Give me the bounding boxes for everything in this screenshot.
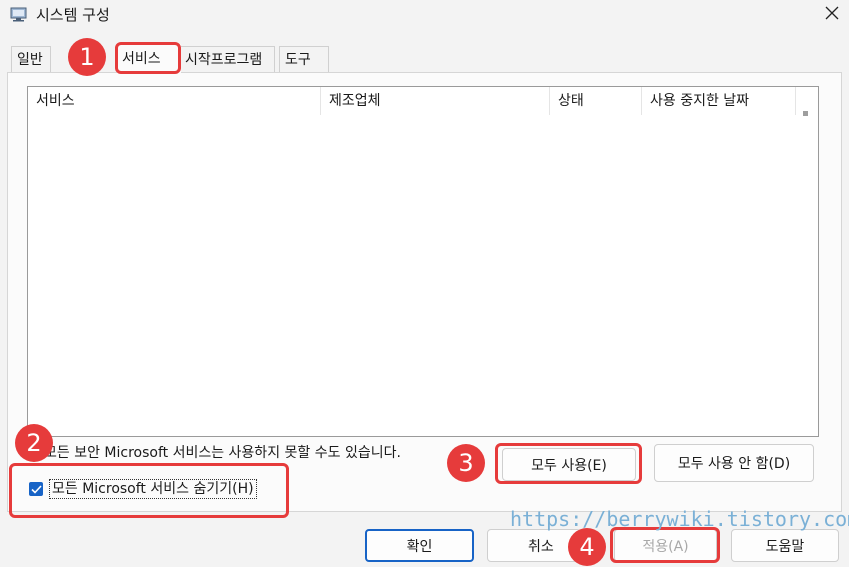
- watermark-url: https://berrywiki.tistory.com: [510, 507, 849, 531]
- tab-tools[interactable]: 도구: [279, 46, 329, 72]
- highlight-apply: [610, 527, 720, 563]
- step-badge-3: 3: [447, 444, 485, 482]
- cancel-button[interactable]: 취소: [487, 529, 581, 562]
- tab-general[interactable]: 일반: [11, 46, 51, 72]
- help-button[interactable]: 도움말: [731, 529, 839, 562]
- close-button[interactable]: [814, 0, 849, 30]
- highlight-hide-checkbox: [9, 463, 289, 518]
- tab-startup[interactable]: 시작프로그램: [179, 46, 275, 72]
- list-header: 서비스 제조업체 상태 사용 중지한 날짜: [28, 87, 818, 115]
- security-note: 모든 보안 Microsoft 서비스는 사용하지 못할 수도 있습니다.: [44, 445, 401, 461]
- title-bar: 시스템 구성: [0, 0, 849, 32]
- highlight-services-tab: [115, 42, 181, 74]
- disable-all-button[interactable]: 모두 사용 안 함(D): [654, 444, 814, 482]
- step-badge-2: 2: [15, 424, 53, 462]
- step-badge-1: 1: [68, 38, 106, 76]
- msconfig-icon: [10, 7, 27, 22]
- window-title: 시스템 구성: [36, 6, 110, 24]
- column-header-manufacturer[interactable]: 제조업체: [321, 87, 550, 115]
- step-badge-4: 4: [568, 528, 606, 566]
- column-header-service[interactable]: 서비스: [28, 87, 321, 115]
- column-header-status[interactable]: 상태: [550, 87, 642, 115]
- close-icon: [825, 6, 839, 24]
- ok-button[interactable]: 확인: [365, 529, 474, 562]
- highlight-enable-all: [495, 443, 642, 484]
- vertical-scrollbar[interactable]: [796, 87, 818, 436]
- column-header-date-disabled[interactable]: 사용 중지한 날짜: [642, 87, 796, 115]
- scroll-indicator[interactable]: [803, 111, 808, 116]
- services-list[interactable]: 서비스 제조업체 상태 사용 중지한 날짜: [27, 86, 819, 437]
